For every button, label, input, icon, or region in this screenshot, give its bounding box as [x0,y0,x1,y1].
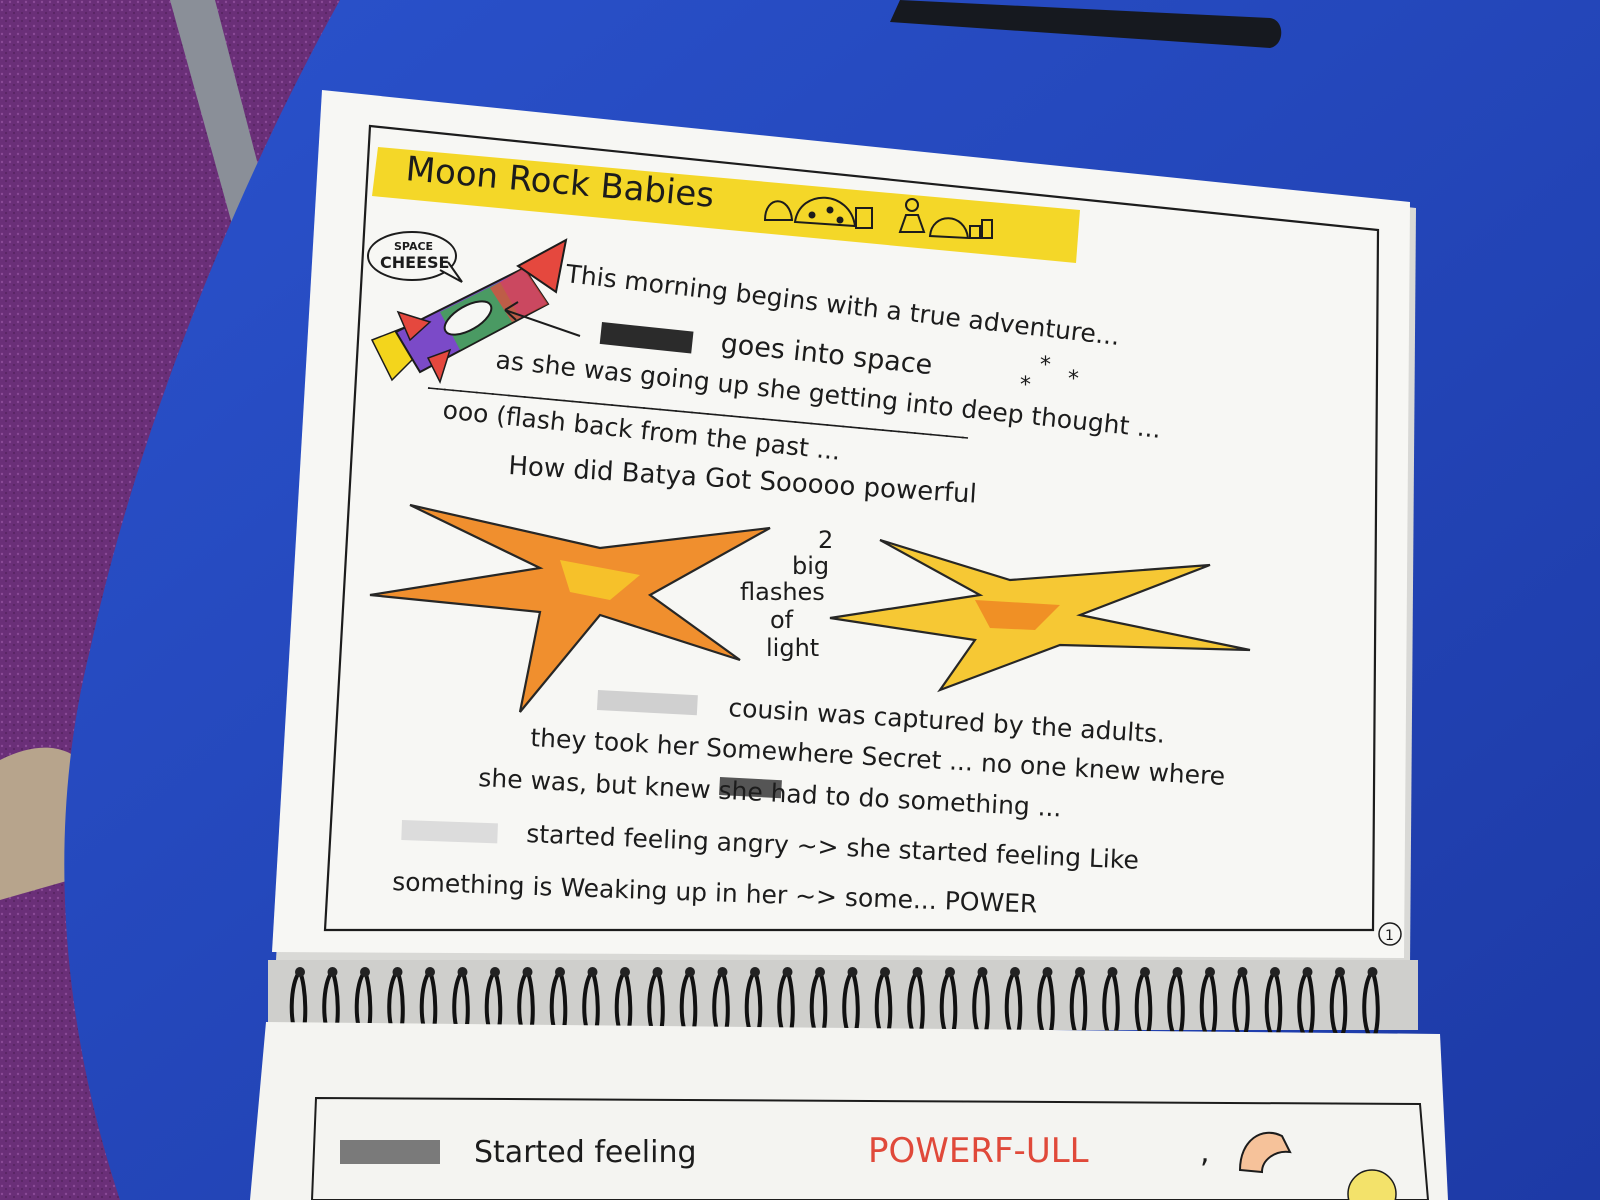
spiral-hole [652,967,663,977]
flash-note-1: 2 [818,526,833,554]
spiral-hole [815,967,825,977]
svg-text:*: * [1068,367,1079,392]
flash-note-3: flashes [740,578,825,606]
spiral-hole [1335,967,1345,977]
spiral-hole [587,967,598,977]
spiral-hole [620,967,630,977]
spiral-hole [1042,967,1053,977]
flash-note-4: of [770,606,794,634]
spiral-hole [912,967,923,977]
redacted-name-4 [401,820,498,844]
spiral-hole [717,967,728,977]
bubble-line-2: CHEESE [380,253,449,272]
spiral-hole [392,967,403,977]
spiral-hole [457,967,468,977]
spiral-hole [327,967,338,977]
spiral-hole [1302,967,1313,977]
spiral-hole [847,967,858,977]
svg-text:*: * [1020,373,1031,398]
spiral-hole [490,967,500,977]
spiral-hole [1075,967,1085,977]
spiral-hole [1010,967,1020,977]
spiral-hole [945,967,955,977]
spiral-hole [295,967,305,977]
next-page-line-start: Started feeling [474,1135,697,1170]
spiral-hole [1367,967,1378,977]
spiral-hole [685,967,695,977]
flash-note-2: big [792,552,829,580]
spiral-hole [522,967,533,977]
next-page-trailing: , [1200,1135,1210,1170]
spiral-hole [1140,967,1150,977]
bubble-line-1: SPACE [394,240,433,253]
spiral-hole [1270,967,1280,977]
spiral-hole [880,967,890,977]
spiral-hole [1172,967,1183,977]
redacted-name-5 [340,1140,440,1164]
spiral-hole [425,967,435,977]
svg-text:*: * [1040,353,1051,378]
spiral-hole [1237,967,1248,977]
spiral-hole [1205,967,1215,977]
spiral-hole [977,967,988,977]
spiral-hole [555,967,565,977]
page-number: 1 [1385,928,1394,944]
next-page-power-word: POWERF-ULL [868,1131,1089,1171]
spiral-hole [750,967,760,977]
spiral-hole [782,967,793,977]
flash-note-5: light [766,634,819,662]
notebook-lower-page [250,1022,1448,1200]
spiral-hole [360,967,370,977]
spiral-hole [1107,967,1118,977]
